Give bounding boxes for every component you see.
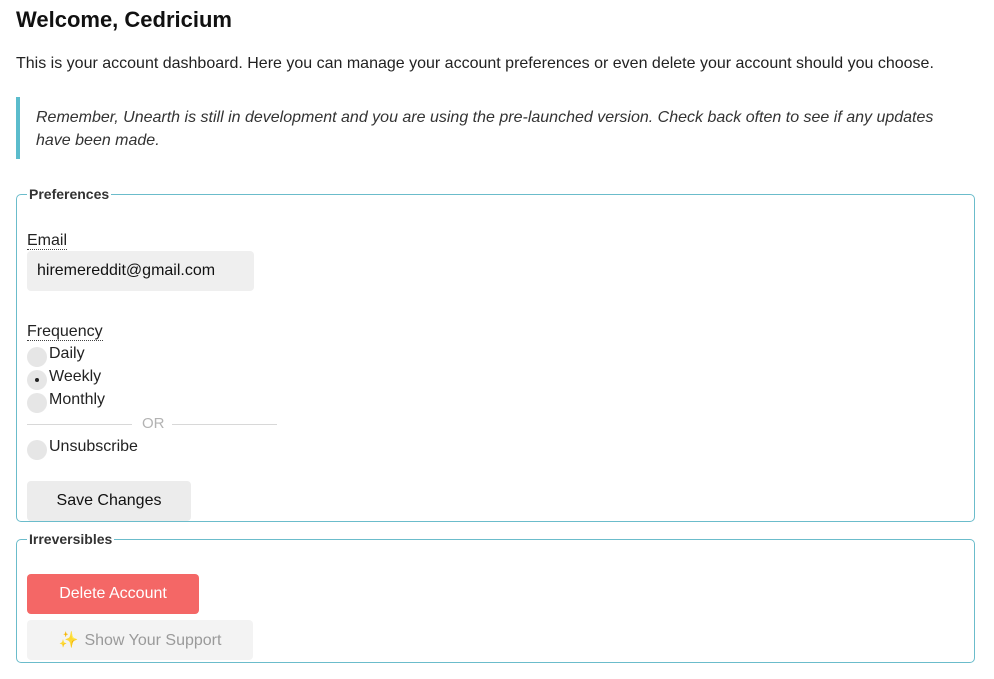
- irreversibles-legend: Irreversibles: [29, 531, 113, 547]
- or-divider: OR: [27, 414, 277, 434]
- page-title: Welcome, Cedricium: [16, 7, 232, 32]
- email-field[interactable]: [27, 251, 254, 291]
- frequency-option-monthly[interactable]: Monthly: [27, 389, 106, 413]
- preferences-fieldset: Preferences Email Frequency Daily Weekly…: [16, 186, 975, 522]
- irreversibles-fieldset: Irreversibles Delete Account ✨ Show Your …: [16, 531, 975, 663]
- radio-weekly[interactable]: [27, 370, 47, 390]
- show-support-label: Show Your Support: [84, 632, 222, 649]
- development-notice: Remember, Unearth is still in developmen…: [16, 97, 960, 159]
- sparkles-icon: ✨: [58, 632, 79, 649]
- frequency-option-unsubscribe[interactable]: Unsubscribe: [27, 436, 138, 460]
- radio-daily-label: Daily: [49, 345, 85, 362]
- radio-unsubscribe-label: Unsubscribe: [49, 438, 138, 455]
- development-notice-text: Remember, Unearth is still in developmen…: [36, 109, 934, 149]
- save-changes-button[interactable]: Save Changes: [27, 481, 191, 521]
- or-divider-line-right: [172, 424, 277, 425]
- email-label: Email: [27, 232, 68, 250]
- frequency-option-weekly[interactable]: Weekly: [27, 366, 102, 390]
- or-divider-text: OR: [142, 415, 165, 432]
- or-divider-line-left: [27, 424, 132, 425]
- delete-account-button[interactable]: Delete Account: [27, 574, 199, 614]
- preferences-legend: Preferences: [29, 186, 110, 202]
- radio-monthly-label: Monthly: [49, 391, 106, 408]
- radio-unsubscribe[interactable]: [27, 440, 47, 460]
- radio-weekly-label: Weekly: [49, 368, 102, 385]
- frequency-label: Frequency: [27, 323, 103, 341]
- frequency-option-daily[interactable]: Daily: [27, 343, 85, 367]
- radio-daily[interactable]: [27, 347, 47, 367]
- radio-monthly[interactable]: [27, 393, 47, 413]
- intro-text: This is your account dashboard. Here you…: [16, 55, 934, 72]
- show-support-button[interactable]: ✨ Show Your Support: [27, 620, 253, 660]
